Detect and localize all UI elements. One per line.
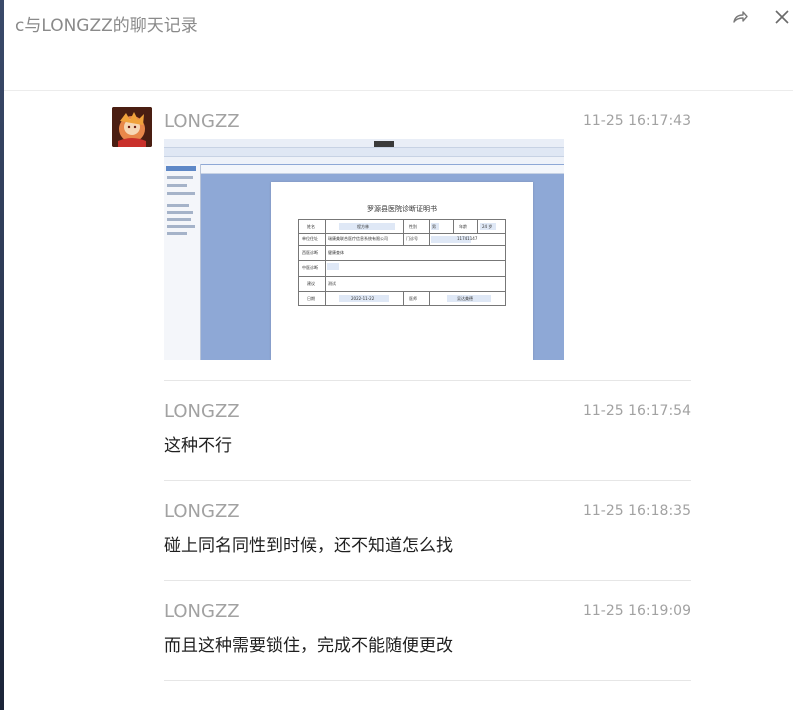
message-item: LONGZZ 11-25 16:18:35 碰上同名同性到时候，还不知道怎么找 bbox=[164, 501, 691, 581]
message-item: LONGZZ 11-25 16:19:09 而且这种需要锁住，完成不能随便更改 bbox=[164, 601, 691, 681]
chat-history-window: c与LONGZZ的聊天记录 LONGZZ 11-25 16:17:43 罗源县医… bbox=[4, 0, 793, 710]
screenshot-format-bar bbox=[164, 165, 564, 174]
screenshot-value: 11741147 bbox=[457, 236, 478, 241]
screenshot-value: 程方林 bbox=[357, 224, 369, 229]
message-text: 而且这种需要锁住，完成不能随便更改 bbox=[164, 636, 453, 656]
screenshot-field: 姓名 bbox=[307, 224, 315, 229]
screenshot-form-table: 姓名 程方林 性别 男 年龄 24 岁 单位住址 瑞康美联合医疗信息系统有限公司… bbox=[298, 219, 506, 306]
sender-name: LONGZZ bbox=[164, 501, 240, 522]
screenshot-field: 日期 bbox=[307, 296, 315, 301]
sender-name: LONGZZ bbox=[164, 601, 240, 622]
screenshot-document-page: 罗源县医院诊断证明书 姓名 程方林 性别 男 年龄 24 岁 单位住址 瑞康美联… bbox=[271, 182, 533, 360]
message-divider bbox=[164, 680, 691, 681]
screenshot-toolbar bbox=[164, 139, 564, 148]
screenshot-field: 建议 bbox=[307, 281, 315, 286]
screenshot-value: 吴达美德 bbox=[457, 296, 473, 301]
screenshot-field: 医师 bbox=[409, 296, 417, 301]
message-item: LONGZZ 11-25 16:17:54 这种不行 bbox=[164, 401, 691, 481]
close-icon[interactable] bbox=[772, 8, 792, 28]
screenshot-value: 24 岁 bbox=[482, 224, 493, 229]
screenshot-value: 测试 bbox=[328, 281, 336, 286]
message-time: 11-25 16:19:09 bbox=[582, 603, 691, 619]
message-text: 碰上同名同性到时候，还不知道怎么找 bbox=[164, 536, 453, 556]
message-time: 11-25 16:17:54 bbox=[582, 403, 691, 419]
message-divider bbox=[164, 380, 691, 381]
screenshot-sidebar bbox=[164, 164, 201, 360]
screenshot-value: 2022-11-22 bbox=[351, 296, 375, 301]
avatar[interactable] bbox=[112, 107, 152, 147]
screenshot-value: 瑞康美联合医疗信息系统有限公司 bbox=[328, 236, 388, 241]
sender-name: LONGZZ bbox=[164, 111, 240, 132]
screenshot-dark-tab bbox=[374, 141, 394, 147]
screenshot-field: 单位住址 bbox=[302, 236, 318, 241]
screenshot-field: 性别 bbox=[409, 224, 417, 229]
message-time: 11-25 16:18:35 bbox=[582, 503, 691, 519]
screenshot-menubar bbox=[164, 148, 564, 157]
message-divider bbox=[164, 480, 691, 481]
screenshot-field: 门诊号 bbox=[406, 236, 418, 241]
share-arrow-icon[interactable] bbox=[730, 8, 750, 28]
message-item: LONGZZ 11-25 16:17:43 罗源县医院诊断证明书 姓名 程方林 … bbox=[164, 111, 691, 381]
message-time: 11-25 16:17:43 bbox=[582, 113, 691, 129]
screenshot-field: 年龄 bbox=[459, 224, 467, 229]
screenshot-doc-title: 罗源县医院诊断证明书 bbox=[367, 205, 437, 213]
sender-name: LONGZZ bbox=[164, 401, 240, 422]
screenshot-field: 西医诊断 bbox=[302, 250, 318, 255]
screenshot-value: 健康查体 bbox=[328, 250, 344, 255]
message-divider bbox=[164, 580, 691, 581]
title-bar: c与LONGZZ的聊天记录 bbox=[4, 0, 793, 91]
window-title: c与LONGZZ的聊天记录 bbox=[15, 16, 198, 36]
message-image[interactable]: 罗源县医院诊断证明书 姓名 程方林 性别 男 年龄 24 岁 单位住址 瑞康美联… bbox=[164, 139, 564, 360]
message-text: 这种不行 bbox=[164, 436, 232, 456]
screenshot-tabbar bbox=[164, 157, 564, 164]
screenshot-value: 男 bbox=[432, 224, 436, 229]
screenshot-field: 中医诊断 bbox=[302, 265, 318, 270]
